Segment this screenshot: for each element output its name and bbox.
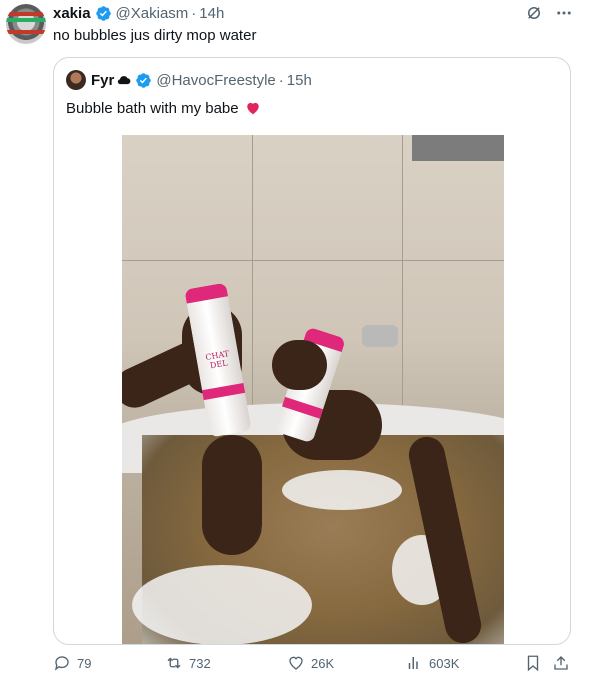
reply-button[interactable]: 79: [53, 652, 91, 674]
author-avatar[interactable]: [6, 4, 46, 44]
repost-icon: [167, 657, 181, 669]
quote-author-handle[interactable]: @HavocFreestyle: [156, 72, 275, 89]
heart-icon: [289, 656, 303, 670]
tile-line: [402, 135, 403, 441]
share-button[interactable]: [552, 652, 570, 674]
cloud-icon: [117, 75, 131, 85]
foam: [132, 565, 312, 644]
hand-right: [272, 340, 327, 390]
more-icon[interactable]: [555, 4, 573, 22]
quote-author-row: Fyr @HavocFreestyle · 15h: [66, 69, 312, 91]
quoted-tweet[interactable]: Fyr @HavocFreestyle · 15h Bubble bath wi…: [53, 57, 571, 645]
action-bar: 79 732 26K 603K: [53, 652, 573, 674]
views-count: 603K: [429, 655, 460, 671]
reply-count: 79: [77, 655, 92, 671]
share-icon: [554, 656, 568, 670]
quote-photo[interactable]: CHAT DEL: [122, 135, 504, 644]
verified-badge-icon: [95, 5, 112, 22]
window-corner: [412, 135, 504, 161]
faucet: [362, 325, 398, 347]
author-row: xakia @Xakiasm · 14h: [53, 4, 224, 22]
can-label: CHAT DEL: [204, 349, 230, 371]
author-display-name[interactable]: xakia: [53, 5, 91, 22]
repost-count: 732: [189, 655, 211, 671]
reply-icon: [54, 656, 69, 671]
foam: [282, 470, 402, 510]
quote-text: Bubble bath with my babe: [66, 99, 261, 119]
tile-line: [122, 260, 504, 261]
tile-line: [252, 135, 253, 441]
quote-separator: ·: [278, 71, 284, 89]
quote-author-display-name[interactable]: Fyr: [91, 72, 114, 89]
knee: [202, 435, 262, 555]
bookmark-button[interactable]: [524, 652, 542, 674]
red-heart-icon: [245, 101, 261, 115]
quote-text-content: Bubble bath with my babe: [66, 100, 239, 117]
separator: ·: [191, 4, 197, 22]
author-handle[interactable]: @Xakiasm: [116, 5, 189, 22]
repost-button[interactable]: 732: [165, 652, 211, 674]
grok-slash-icon[interactable]: [525, 4, 543, 22]
like-button[interactable]: 26K: [287, 652, 334, 674]
bookmark-icon: [527, 655, 539, 672]
quote-author-avatar[interactable]: [66, 70, 86, 90]
quote-verified-badge-icon: [135, 72, 152, 89]
like-count: 26K: [311, 655, 335, 671]
timestamp[interactable]: 14h: [199, 5, 224, 22]
quote-timestamp[interactable]: 15h: [287, 72, 312, 89]
tweet-text: no bubbles jus dirty mop water: [53, 27, 257, 44]
tweet: xakia @Xakiasm · 14h no bubbles jus dirt…: [0, 0, 593, 678]
views-button[interactable]: 603K: [405, 652, 459, 674]
views-icon: [408, 657, 418, 669]
top-icons: [525, 4, 573, 22]
